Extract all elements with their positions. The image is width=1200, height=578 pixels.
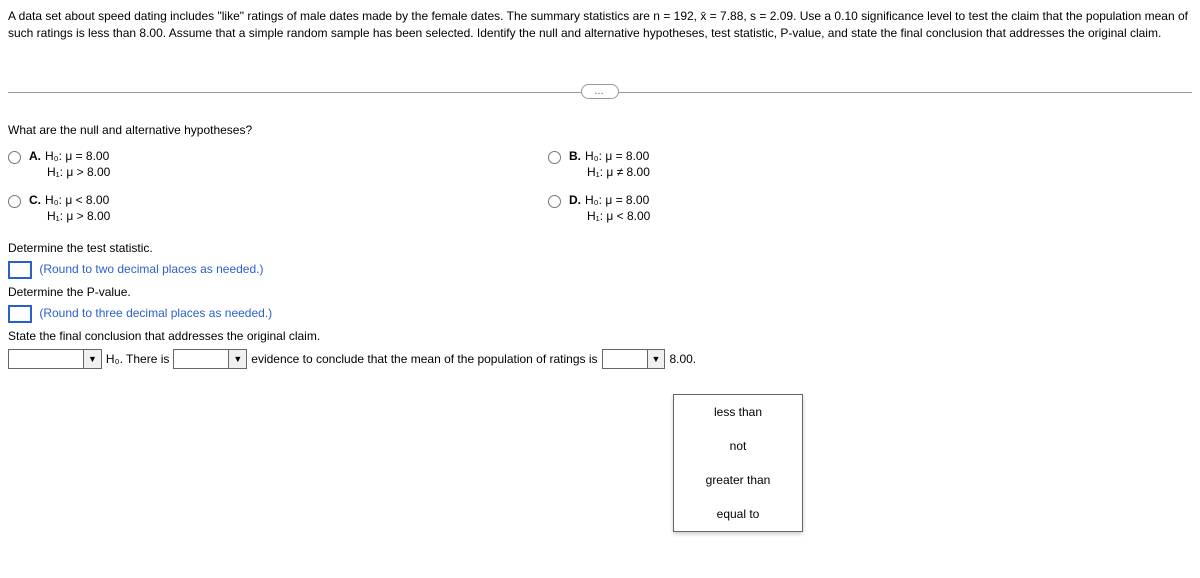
radio-c[interactable] <box>8 195 21 208</box>
dd3-open-list: less than not greater than equal to <box>673 394 803 532</box>
option-a[interactable]: A. H₀: μ = 8.00 H₁: μ > 8.00 <box>8 149 468 179</box>
problem-statement: A data set about speed dating includes "… <box>8 8 1192 42</box>
pvalue-instruction: (Round to three decimal places as needed… <box>39 306 272 320</box>
radio-d[interactable] <box>548 195 561 208</box>
option-b-h1: H₁: μ ≠ 8.00 <box>569 165 650 179</box>
option-d-label: D. <box>569 193 581 207</box>
chevron-down-icon: ▼ <box>83 350 101 368</box>
option-b-label: B. <box>569 149 581 163</box>
option-a-h0: H₀: μ = 8.00 <box>45 149 109 163</box>
option-c-h0: H₀: μ < 8.00 <box>45 193 109 207</box>
option-b-h0: H₀: μ = 8.00 <box>585 149 649 163</box>
dd-item-not[interactable]: not <box>674 429 802 463</box>
conclusion-text-2: evidence to conclude that the mean of th… <box>251 352 597 366</box>
hypotheses-question: What are the null and alternative hypoth… <box>8 123 1192 137</box>
option-a-h1: H₁: μ > 8.00 <box>29 165 110 179</box>
dd-item-lessthan[interactable]: less than <box>674 395 802 429</box>
chevron-down-icon: ▼ <box>647 350 665 368</box>
conclusion-prompt: State the final conclusion that addresse… <box>8 329 1192 343</box>
conclusion-dd1[interactable]: ▼ <box>8 349 102 369</box>
conclusion-sentence: ▼ H₀. There is ▼ evidence to conclude th… <box>8 349 1192 369</box>
option-c-h1: H₁: μ > 8.00 <box>29 209 110 223</box>
pvalue-prompt: Determine the P-value. <box>8 285 1192 299</box>
option-d[interactable]: D. H₀: μ = 8.00 H₁: μ < 8.00 <box>548 193 1008 223</box>
teststat-instruction: (Round to two decimal places as needed.) <box>39 262 263 276</box>
conclusion-text-1: H₀. There is <box>106 352 169 366</box>
option-a-label: A. <box>29 149 41 163</box>
dd-item-greaterthan[interactable]: greater than <box>674 463 802 497</box>
option-b[interactable]: B. H₀: μ = 8.00 H₁: μ ≠ 8.00 <box>548 149 1008 179</box>
section-divider: … <box>8 92 1192 93</box>
option-d-h1: H₁: μ < 8.00 <box>569 209 650 223</box>
ellipsis-toggle[interactable]: … <box>581 84 619 99</box>
teststat-prompt: Determine the test statistic. <box>8 241 1192 255</box>
option-c-label: C. <box>29 193 41 207</box>
chevron-down-icon: ▼ <box>228 350 246 368</box>
conclusion-dd2[interactable]: ▼ <box>173 349 247 369</box>
teststat-input[interactable] <box>8 261 32 279</box>
radio-a[interactable] <box>8 151 21 164</box>
pvalue-input[interactable] <box>8 305 32 323</box>
option-d-h0: H₀: μ = 8.00 <box>585 193 649 207</box>
conclusion-dd3[interactable]: ▼ <box>602 349 666 369</box>
radio-b[interactable] <box>548 151 561 164</box>
option-c[interactable]: C. H₀: μ < 8.00 H₁: μ > 8.00 <box>8 193 468 223</box>
dd-item-equalto[interactable]: equal to <box>674 497 802 531</box>
hypotheses-options: A. H₀: μ = 8.00 H₁: μ > 8.00 B. H₀: μ = 8.… <box>8 149 1008 223</box>
conclusion-text-3: 8.00. <box>669 352 696 366</box>
